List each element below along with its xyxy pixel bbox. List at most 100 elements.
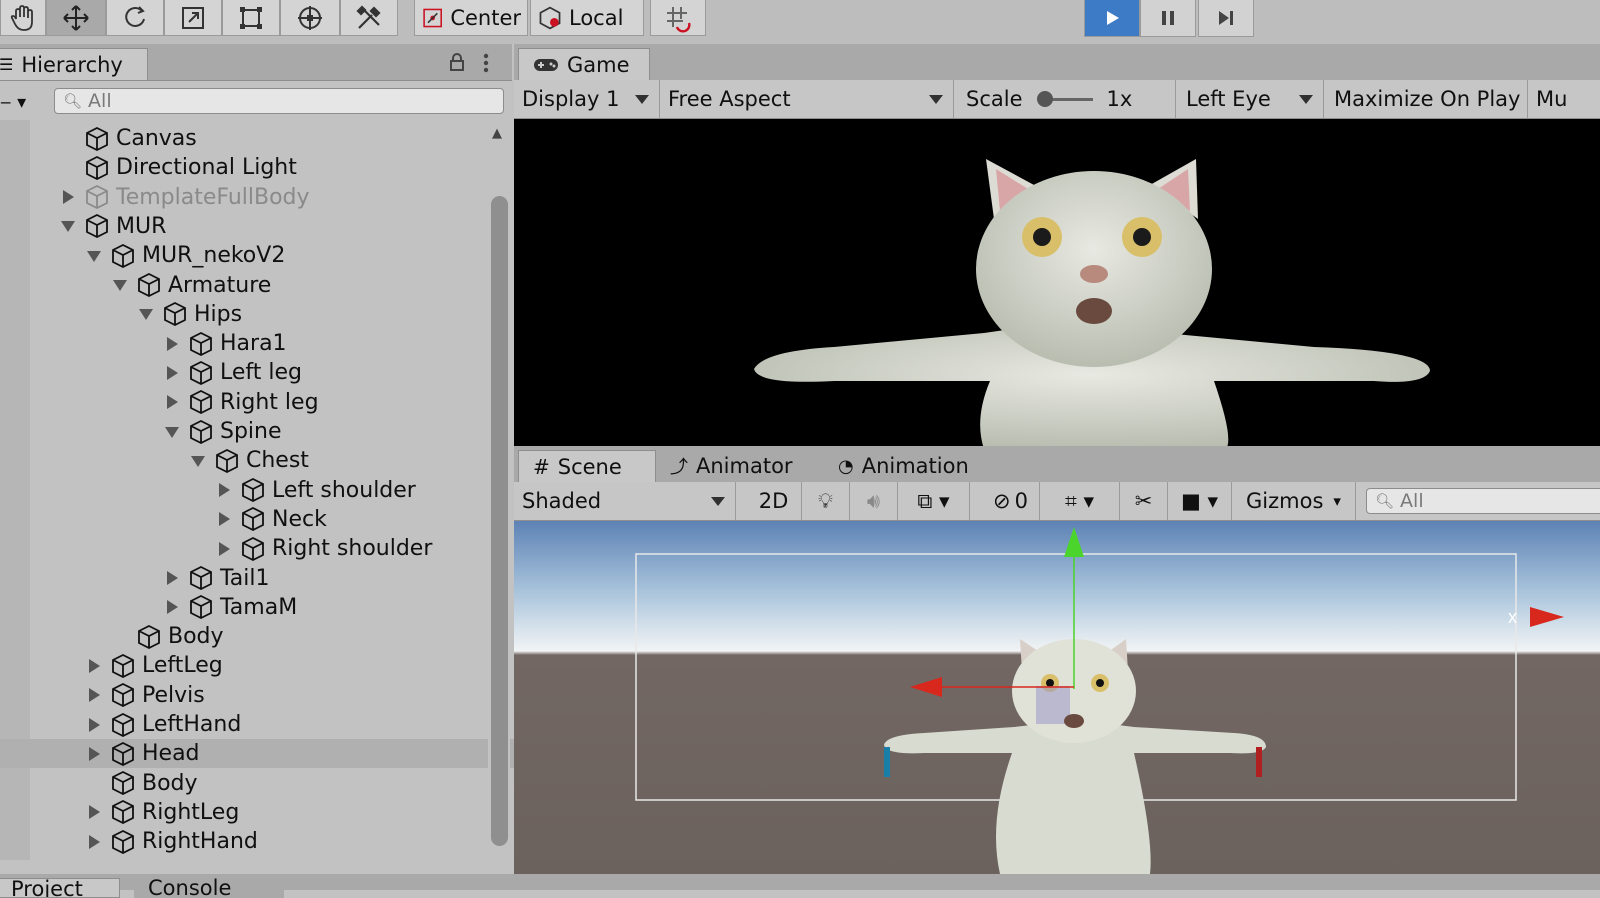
expand-arrow-icon[interactable]: [60, 218, 76, 234]
audio-toggle[interactable]: 🔊︎: [850, 482, 898, 520]
gameobject-cube-icon: [112, 829, 134, 854]
collapse-arrow-icon[interactable]: [86, 834, 102, 850]
rect-transform-icon: [240, 6, 262, 29]
tab-console[interactable]: Console: [134, 878, 284, 898]
create-dropdown[interactable]: ‒ ▾: [0, 92, 26, 113]
gameobject-cube-icon: [112, 243, 134, 268]
hierarchy-item-label: TamaM: [220, 594, 298, 620]
hierarchy-item-label: Directional Light: [116, 155, 297, 181]
tab-animation[interactable]: ◔ Animation: [824, 450, 1000, 482]
shading-dropdown[interactable]: Shaded: [514, 482, 736, 520]
collapse-arrow-icon[interactable]: [86, 746, 102, 762]
collapse-arrow-icon[interactable]: [86, 804, 102, 820]
expand-arrow-icon[interactable]: [190, 453, 206, 469]
lighting-toggle[interactable]: 💡︎: [802, 482, 850, 520]
gameobject-cube-icon: [190, 419, 212, 444]
lock-icon[interactable]: [448, 52, 466, 72]
gameobject-cube-icon: [86, 185, 108, 210]
tools-toggle[interactable]: ✂: [1120, 482, 1168, 520]
hierarchy-item-label: LeftLeg: [142, 653, 223, 679]
gameobject-cube-icon: [190, 390, 212, 415]
expand-arrow-icon[interactable]: [112, 277, 128, 293]
chevron-down-icon: [635, 95, 649, 104]
expand-arrow-icon[interactable]: [138, 306, 154, 322]
cat-model[interactable]: [884, 639, 1266, 874]
mute-audio-toggle[interactable]: Mu: [1528, 80, 1600, 118]
hierarchy-item-label: Neck: [272, 506, 327, 532]
collapse-arrow-icon[interactable]: [86, 717, 102, 733]
scroll-up-icon[interactable]: ▲: [492, 126, 502, 141]
gamepad-icon: [534, 58, 558, 71]
y-axis-arrow[interactable]: [1064, 527, 1084, 557]
orientation-gizmo[interactable]: x: [1508, 607, 1564, 627]
camera-dropdown[interactable]: ■ ▾: [1168, 482, 1232, 520]
step-button[interactable]: [1198, 0, 1254, 37]
game-viewport[interactable]: [514, 119, 1600, 449]
scale-slider[interactable]: [1035, 89, 1095, 109]
list-icon: ☰: [0, 55, 14, 74]
grid-snap-button[interactable]: [650, 0, 706, 36]
expand-arrow-icon[interactable]: [164, 424, 180, 440]
tab-hierarchy[interactable]: ☰ Hierarchy: [0, 48, 148, 80]
aspect-dropdown[interactable]: Free Aspect: [660, 80, 954, 118]
custom-tool-button[interactable]: [340, 0, 398, 36]
tab-project[interactable]: Project: [0, 878, 120, 898]
game-panel: Game Display 1 Free Aspect Scale 1x Left…: [514, 44, 1600, 449]
hidden-objects-toggle[interactable]: ⊘ 0: [982, 482, 1040, 520]
collapse-arrow-icon[interactable]: [164, 570, 180, 586]
eye-dropdown[interactable]: Left Eye: [1178, 80, 1324, 118]
grid-dropdown[interactable]: ⌗ ▾: [1040, 482, 1120, 520]
play-button[interactable]: [1084, 0, 1140, 37]
collapse-arrow-icon[interactable]: [60, 189, 76, 205]
scene-viewport[interactable]: x: [514, 521, 1600, 874]
kebab-menu-icon[interactable]: [480, 52, 492, 74]
pivot-space-toggle[interactable]: Local: [530, 0, 644, 36]
game-tab-label: Game: [567, 52, 630, 77]
hierarchy-item[interactable]: Canvas: [0, 124, 547, 153]
collapse-arrow-icon[interactable]: [164, 599, 180, 615]
2d-toggle[interactable]: 2D: [746, 482, 802, 520]
scene-search-input[interactable]: 🔍︎ All: [1366, 488, 1600, 514]
rect-tool-button[interactable]: [222, 0, 280, 36]
tab-scene[interactable]: # Scene: [518, 450, 656, 482]
pivot-center-toggle[interactable]: Center: [414, 0, 528, 36]
x-axis-arrow[interactable]: [910, 677, 942, 697]
hierarchy-item-label: RightLeg: [142, 799, 240, 825]
display-dropdown[interactable]: Display 1: [514, 80, 660, 118]
collapse-arrow-icon[interactable]: [86, 687, 102, 703]
tab-game[interactable]: Game: [518, 48, 650, 80]
scale-value: 1x: [1106, 87, 1133, 111]
collapse-arrow-icon[interactable]: [164, 336, 180, 352]
hierarchy-panel: ☰ Hierarchy ‒ ▾ 🔍︎ All Canvas Directional…: [0, 44, 573, 874]
effects-dropdown[interactable]: ⧉ ▾: [898, 482, 970, 520]
hierarchy-scroll-thumb[interactable]: [491, 196, 508, 846]
scale-icon: [182, 6, 204, 29]
rotate-tool-button[interactable]: [106, 0, 164, 36]
pause-button[interactable]: [1140, 0, 1196, 37]
tools-icon: [356, 4, 381, 29]
hierarchy-item-label: RightHand: [142, 829, 258, 855]
gizmos-dropdown[interactable]: Gizmos ▾: [1232, 482, 1356, 520]
hierarchy-item[interactable]: TemplateFullBody: [0, 183, 547, 212]
collapse-arrow-icon[interactable]: [216, 541, 232, 557]
collapse-arrow-icon[interactable]: [216, 511, 232, 527]
maximize-on-play-toggle[interactable]: Maximize On Play: [1326, 80, 1528, 118]
x-orientation-cone[interactable]: [1530, 607, 1564, 627]
expand-arrow-icon[interactable]: [86, 248, 102, 264]
hand-tool-button[interactable]: [0, 0, 46, 36]
scale-tool-button[interactable]: [164, 0, 222, 36]
collapse-arrow-icon[interactable]: [164, 365, 180, 381]
eye-label: Left Eye: [1186, 87, 1271, 111]
hierarchy-item-label: Armature: [168, 272, 272, 298]
collapse-arrow-icon[interactable]: [86, 658, 102, 674]
animation-tab-label: Animation: [861, 454, 969, 478]
move-tool-button[interactable]: [46, 0, 106, 36]
hierarchy-search-input[interactable]: 🔍︎ All: [54, 88, 504, 114]
tab-animator[interactable]: ⤴ Animator: [656, 450, 820, 482]
collapse-arrow-icon[interactable]: [164, 394, 180, 410]
hierarchy-tab-label: Hierarchy: [21, 52, 123, 77]
hierarchy-item[interactable]: Directional Light: [0, 153, 547, 182]
hierarchy-item[interactable]: MUR: [0, 212, 547, 241]
collapse-arrow-icon[interactable]: [216, 482, 232, 498]
transform-tool-button[interactable]: [280, 0, 340, 36]
